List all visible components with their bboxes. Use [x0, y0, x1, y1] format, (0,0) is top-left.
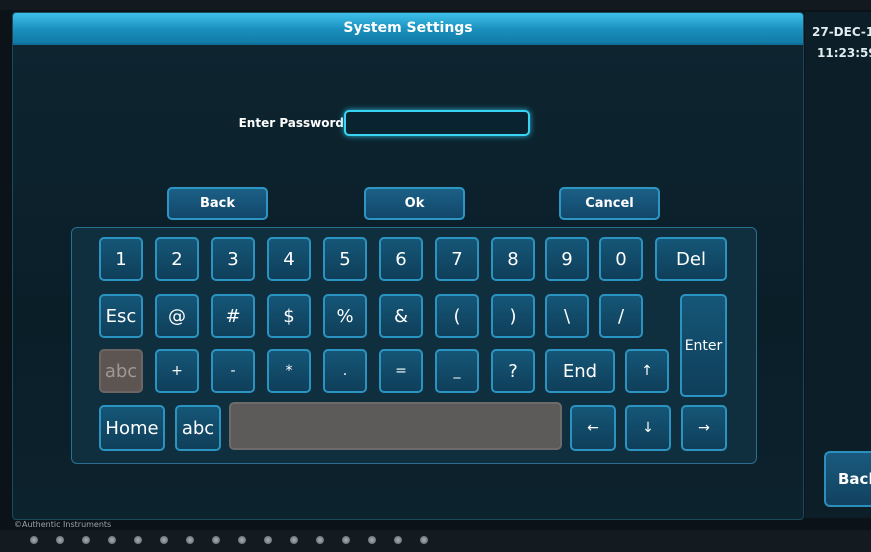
key-6[interactable]: 6 — [379, 237, 423, 281]
key-close-paren[interactable]: ) — [491, 294, 535, 338]
back-button[interactable]: Back — [167, 187, 268, 220]
screw-icon — [186, 536, 194, 544]
copyright-text: ©Authentic Instruments — [14, 520, 112, 529]
key-percent[interactable]: % — [323, 294, 367, 338]
key-1[interactable]: 1 — [99, 237, 143, 281]
key-abc[interactable]: abc — [175, 405, 221, 451]
main-screen: System Settings Enter Password : Back Ok… — [12, 12, 804, 520]
status-panel — [805, 12, 871, 518]
key-open-paren[interactable]: ( — [435, 294, 479, 338]
key-0[interactable]: 0 — [599, 237, 643, 281]
arrow-up-icon[interactable]: ↑ — [625, 349, 669, 393]
key-slash[interactable]: / — [599, 294, 643, 338]
screw-icon — [368, 536, 376, 544]
side-back-button[interactable]: Back — [824, 451, 871, 507]
key-period[interactable]: . — [323, 349, 367, 393]
key-home[interactable]: Home — [99, 405, 165, 451]
key-hash[interactable]: # — [211, 294, 255, 338]
screw-icon — [394, 536, 402, 544]
key-space[interactable] — [229, 402, 562, 450]
key-question[interactable]: ? — [491, 349, 535, 393]
key-backslash[interactable]: \ — [545, 294, 589, 338]
key-8[interactable]: 8 — [491, 237, 535, 281]
password-input[interactable] — [344, 110, 530, 136]
key-asterisk[interactable]: * — [267, 349, 311, 393]
screw-icon — [160, 536, 168, 544]
arrow-down-icon[interactable]: ↓ — [625, 405, 671, 451]
screw-icon — [316, 536, 324, 544]
key-at[interactable]: @ — [155, 294, 199, 338]
key-5[interactable]: 5 — [323, 237, 367, 281]
top-bezel — [0, 0, 871, 10]
screw-icon — [290, 536, 298, 544]
password-label: Enter Password : — [238, 116, 353, 130]
screw-icon — [212, 536, 220, 544]
date-readout: 27-DEC-16 — [812, 25, 871, 39]
screw-icon — [238, 536, 246, 544]
key-underscore[interactable]: _ — [435, 349, 479, 393]
screw-icon — [56, 536, 64, 544]
key-equals[interactable]: = — [379, 349, 423, 393]
key-7[interactable]: 7 — [435, 237, 479, 281]
key-3[interactable]: 3 — [211, 237, 255, 281]
screw-icon — [420, 536, 428, 544]
cancel-button[interactable]: Cancel — [559, 187, 660, 220]
screw-icon — [30, 536, 38, 544]
arrow-right-icon[interactable]: → — [681, 405, 727, 451]
arrow-left-icon[interactable]: ← — [570, 405, 616, 451]
screw-icon — [82, 536, 90, 544]
key-del[interactable]: Del — [655, 237, 727, 281]
title-bar: System Settings — [13, 13, 803, 45]
key-2[interactable]: 2 — [155, 237, 199, 281]
key-4[interactable]: 4 — [267, 237, 311, 281]
screw-icon — [264, 536, 272, 544]
keyboard-panel: 1 2 3 4 5 6 7 8 9 0 Del Esc @ # $ % & ( … — [71, 227, 757, 464]
key-enter[interactable]: Enter — [680, 294, 727, 397]
bottom-bezel — [0, 530, 871, 552]
key-end[interactable]: End — [545, 349, 615, 393]
key-abc-active[interactable]: abc — [99, 349, 143, 393]
key-9[interactable]: 9 — [545, 237, 589, 281]
key-ampersand[interactable]: & — [379, 294, 423, 338]
time-readout: 11:23:59 — [817, 46, 871, 60]
key-plus[interactable]: + — [155, 349, 199, 393]
key-esc[interactable]: Esc — [99, 294, 143, 338]
ok-button[interactable]: Ok — [364, 187, 465, 220]
key-dollar[interactable]: $ — [267, 294, 311, 338]
screw-icon — [342, 536, 350, 544]
window-title: System Settings — [343, 20, 473, 36]
screw-icon — [108, 536, 116, 544]
screw-icon — [134, 536, 142, 544]
key-minus[interactable]: - — [211, 349, 255, 393]
